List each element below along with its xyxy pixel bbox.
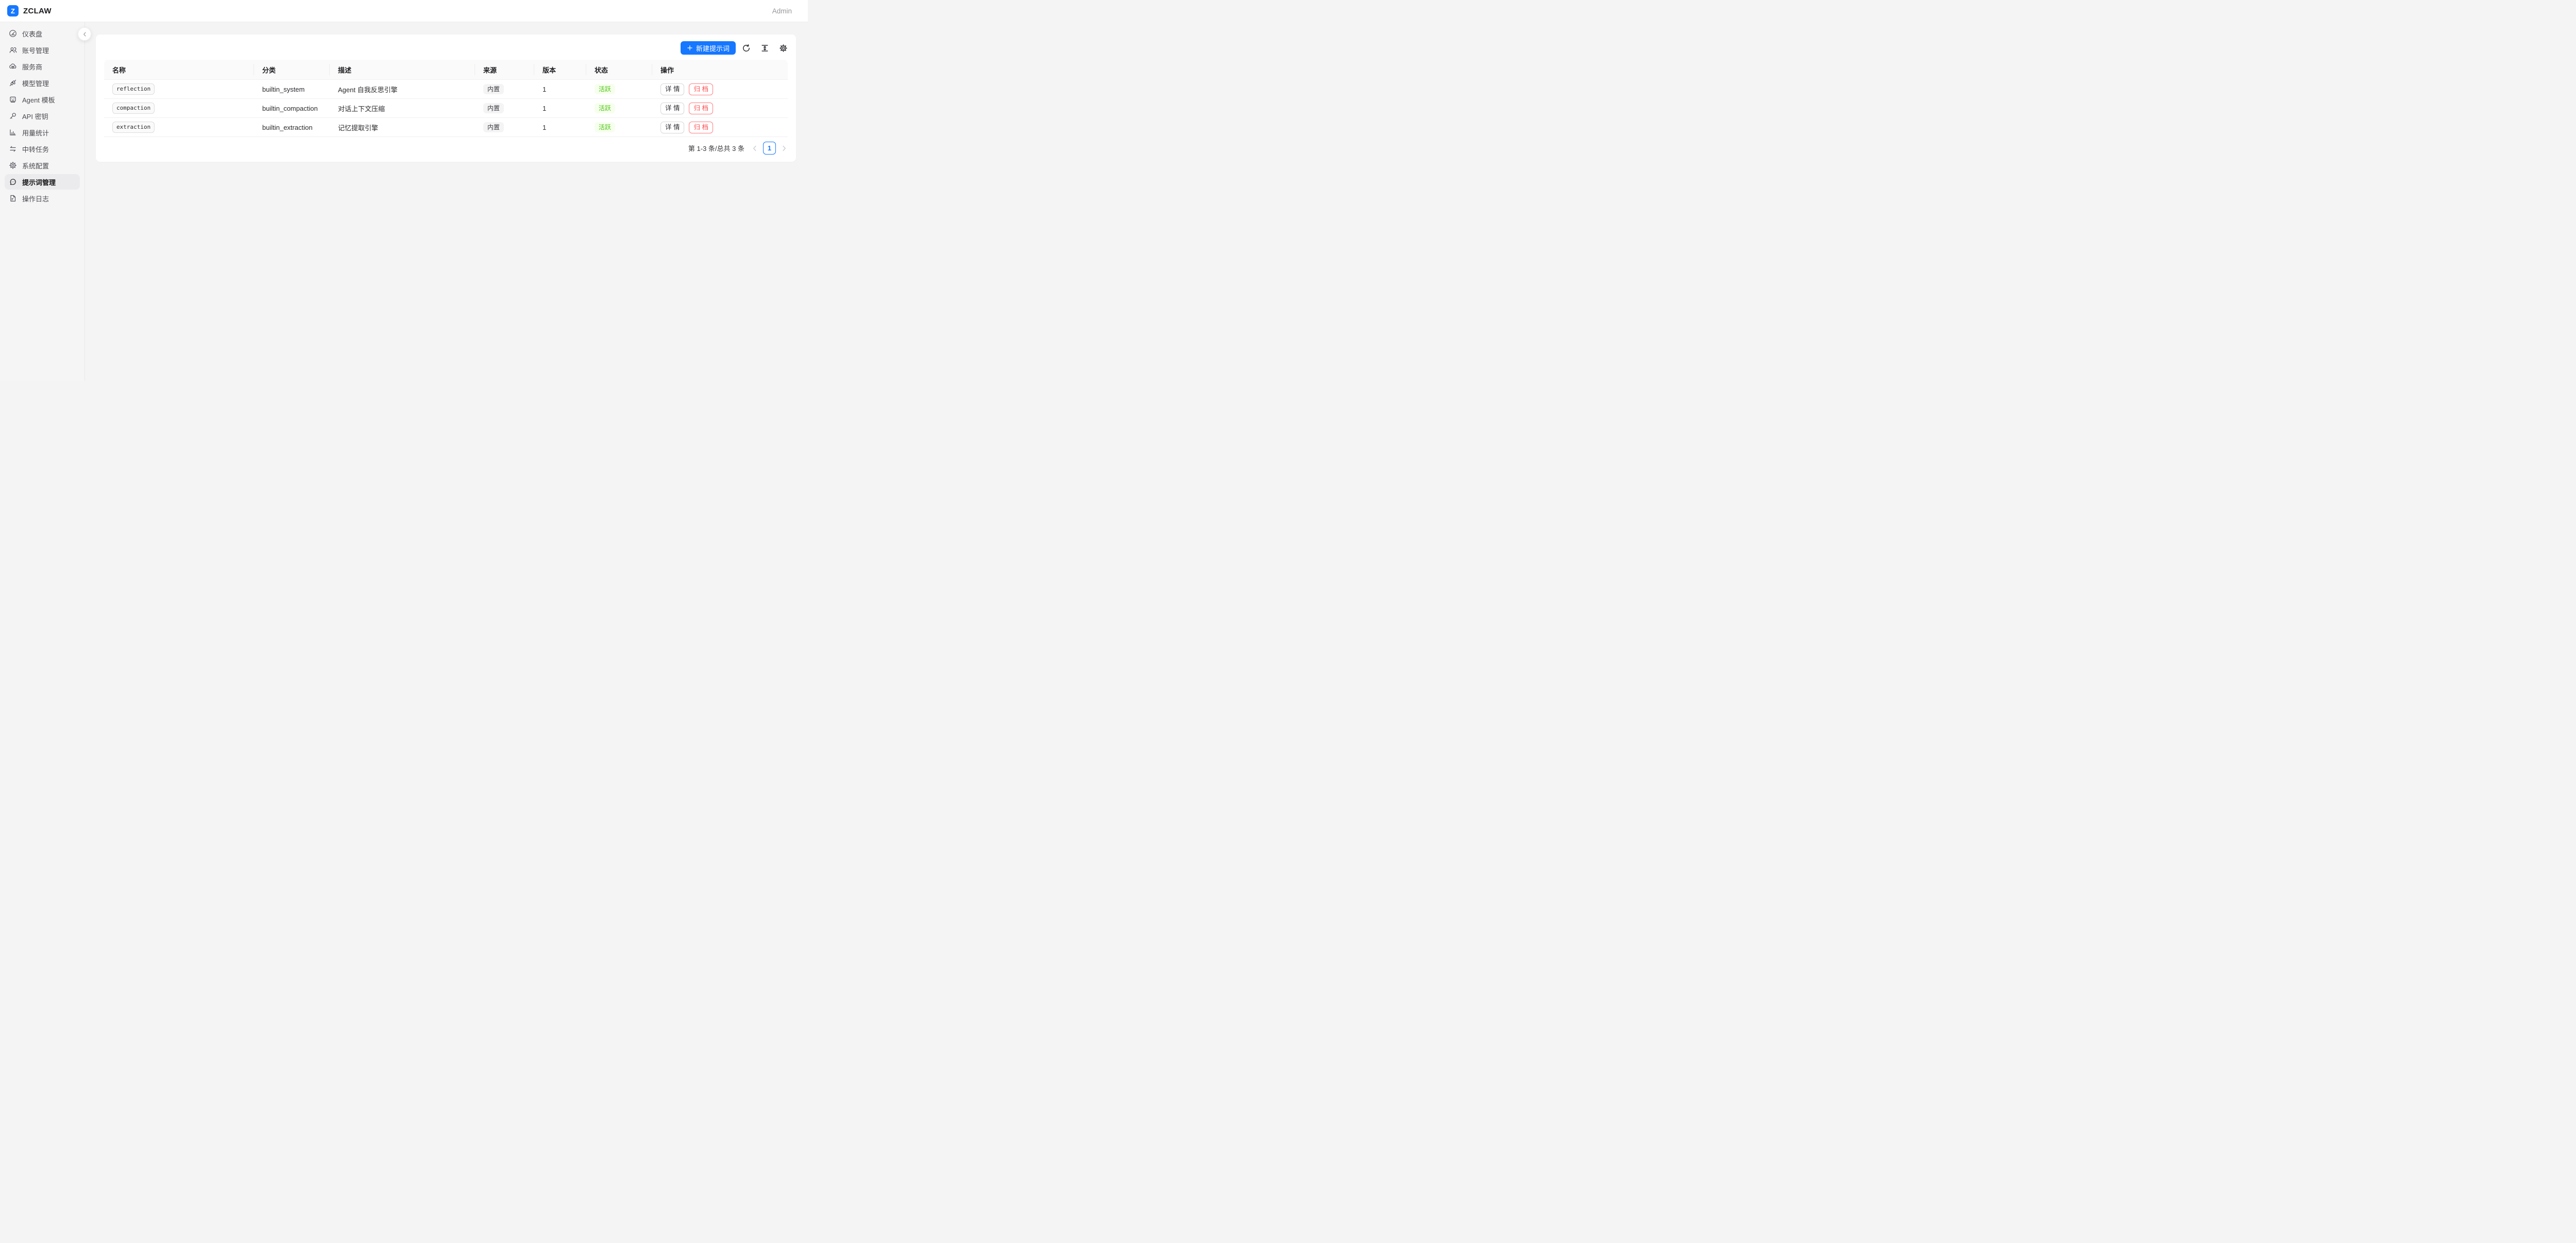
pagination-page-1[interactable]: 1 <box>763 142 776 155</box>
column-header-version: 版本 <box>534 60 586 80</box>
column-header-actions: 操作 <box>652 60 788 80</box>
sidebar-item-system-config[interactable]: 系统配置 <box>5 158 80 173</box>
sidebar-item-label: 中转任务 <box>22 144 49 154</box>
status-badge: 活跃 <box>595 84 615 94</box>
archive-button[interactable]: 归 档 <box>689 83 713 95</box>
sidebar-item-relay-tasks[interactable]: 中转任务 <box>5 141 80 157</box>
sidebar-item-label: 仪表盘 <box>22 29 42 39</box>
pagination-next-icon[interactable] <box>781 145 788 152</box>
column-header-name: 名称 <box>104 60 254 80</box>
sidebar-item-label: Agent 模板 <box>22 95 55 105</box>
prompt-version: 1 <box>534 80 586 99</box>
team-icon <box>9 46 17 54</box>
sidebar-item-api-keys[interactable]: API 密钥 <box>5 108 80 124</box>
file-text-icon <box>9 194 17 202</box>
detail-button[interactable]: 详 情 <box>660 122 684 133</box>
prompt-table-card: 新建提示词 <box>96 35 796 162</box>
table-row: extraction builtin_extraction 记忆提取引擎 内置 … <box>104 118 788 137</box>
sidebar-item-dashboard[interactable]: 仪表盘 <box>5 26 80 41</box>
plus-icon <box>687 45 693 51</box>
table-row: reflection builtin_system Agent 自我反思引擎 内… <box>104 80 788 99</box>
gear-icon <box>9 161 17 169</box>
pagination-prev-icon[interactable] <box>751 145 758 152</box>
app-logo: Z <box>7 5 19 16</box>
prompt-category: builtin_extraction <box>254 118 330 137</box>
sidebar-item-label: 操作日志 <box>22 194 49 203</box>
sidebar-item-providers[interactable]: 服务商 <box>5 59 80 74</box>
new-prompt-button-label: 新建提示词 <box>696 43 730 53</box>
sidebar-item-label: 用量统计 <box>22 128 49 138</box>
table-toolbar: 新建提示词 <box>104 41 788 55</box>
detail-button[interactable]: 详 情 <box>660 103 684 114</box>
source-tag: 内置 <box>483 84 504 94</box>
pagination: 第 1-3 条/总共 3 条 1 <box>104 142 788 155</box>
app-logo-letter: Z <box>11 7 15 15</box>
column-header-description: 描述 <box>330 60 475 80</box>
sidebar-item-usage-stats[interactable]: 用量统计 <box>5 125 80 140</box>
sidebar-item-prompt-management[interactable]: 提示词管理 <box>5 174 80 190</box>
reload-icon[interactable] <box>742 44 751 53</box>
prompt-name-tag: compaction <box>112 103 155 113</box>
sidebar-item-operation-logs[interactable]: 操作日志 <box>5 191 80 206</box>
prompt-name-tag: reflection <box>112 83 155 94</box>
sidebar-collapse-button[interactable] <box>78 27 91 41</box>
new-prompt-button[interactable]: 新建提示词 <box>681 41 736 55</box>
main-content: 新建提示词 <box>85 22 808 381</box>
sidebar-item-label: 提示词管理 <box>22 177 56 187</box>
table-row: compaction builtin_compaction 对话上下文压缩 内置… <box>104 99 788 118</box>
sidebar: 仪表盘 账号管理 服务商 模型管理 <box>0 22 85 381</box>
sidebar-item-label: API 密钥 <box>22 111 48 121</box>
sidebar-item-label: 系统配置 <box>22 161 49 171</box>
column-height-icon[interactable] <box>760 44 769 53</box>
prompt-description: Agent 自我反思引擎 <box>330 80 475 99</box>
source-tag: 内置 <box>483 103 504 113</box>
settings-icon[interactable] <box>779 44 788 53</box>
dashboard-icon <box>9 29 17 38</box>
prompt-category: builtin_compaction <box>254 99 330 118</box>
source-tag: 内置 <box>483 122 504 132</box>
sidebar-item-label: 模型管理 <box>22 78 49 88</box>
robot-icon <box>9 95 17 104</box>
prompt-name-tag: extraction <box>112 122 155 132</box>
top-header: Z ZCLAW Admin <box>0 0 808 22</box>
prompt-version: 1 <box>534 99 586 118</box>
current-user-label[interactable]: Admin <box>772 7 792 15</box>
prompt-description: 对话上下文压缩 <box>330 99 475 118</box>
app-title: ZCLAW <box>23 7 52 15</box>
column-header-source: 来源 <box>475 60 534 80</box>
sidebar-item-agent-templates[interactable]: Agent 模板 <box>5 92 80 107</box>
archive-button[interactable]: 归 档 <box>689 103 713 114</box>
sidebar-item-accounts[interactable]: 账号管理 <box>5 42 80 58</box>
sidebar-item-label: 服务商 <box>22 62 42 72</box>
table-header-row: 名称 分类 描述 来源 版本 状态 操作 <box>104 60 788 80</box>
prompt-category: builtin_system <box>254 80 330 99</box>
key-icon <box>9 112 17 120</box>
pagination-summary: 第 1-3 条/总共 3 条 <box>688 143 744 153</box>
archive-button[interactable]: 归 档 <box>689 122 713 133</box>
column-header-category: 分类 <box>254 60 330 80</box>
prompt-version: 1 <box>534 118 586 137</box>
prompt-description: 记忆提取引擎 <box>330 118 475 137</box>
prompt-table: 名称 分类 描述 来源 版本 状态 操作 reflection builtin_… <box>104 60 788 137</box>
swap-icon <box>9 145 17 153</box>
sidebar-item-label: 账号管理 <box>22 45 49 55</box>
api-icon <box>9 79 17 87</box>
cloud-server-icon <box>9 62 17 71</box>
sidebar-item-models[interactable]: 模型管理 <box>5 75 80 91</box>
chevron-left-icon <box>82 31 88 37</box>
detail-button[interactable]: 详 情 <box>660 83 684 95</box>
status-badge: 活跃 <box>595 122 615 132</box>
bar-chart-icon <box>9 128 17 137</box>
message-icon <box>9 178 17 186</box>
brand: Z ZCLAW <box>7 5 52 16</box>
status-badge: 活跃 <box>595 103 615 113</box>
column-header-status: 状态 <box>586 60 652 80</box>
